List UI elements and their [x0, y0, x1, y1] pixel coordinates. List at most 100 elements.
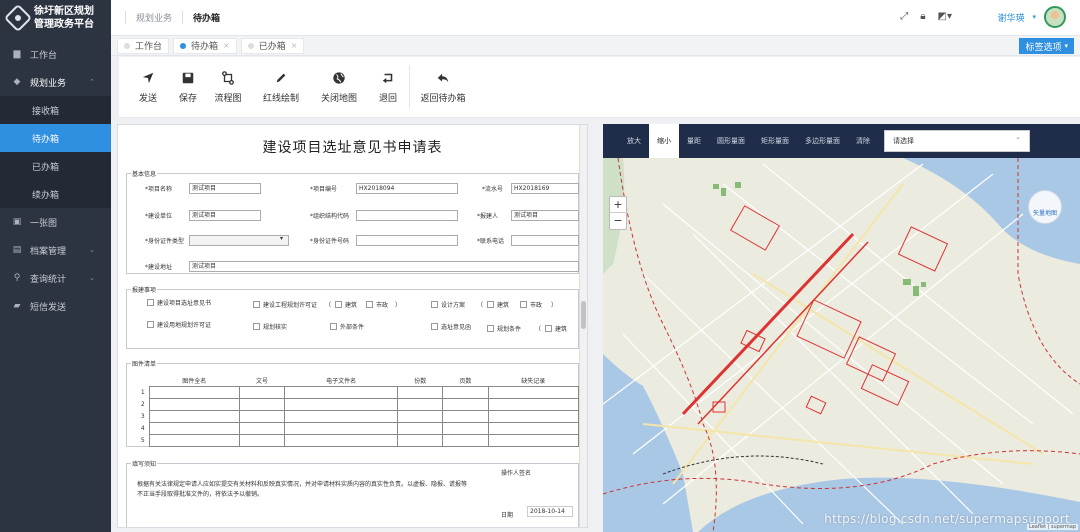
checkbox-box[interactable] — [431, 301, 438, 308]
sidebar-item-sms[interactable]: ▰ 短信发送 — [0, 292, 111, 320]
checkbox-building-2[interactable]: 建筑 — [487, 300, 509, 309]
table-cell[interactable] — [487, 397, 580, 411]
sidebar-item-onemap[interactable]: ▣ 一张图 — [0, 208, 111, 236]
org-code-field[interactable] — [356, 210, 458, 221]
checkbox-box[interactable] — [487, 301, 494, 308]
sidebar-item-workbench[interactable]: ▆ 工作台 — [0, 40, 111, 68]
map-tool-rect-area[interactable]: 矩形量面 — [753, 124, 797, 158]
form-scrollbar[interactable] — [579, 125, 587, 527]
table-cell[interactable] — [238, 385, 286, 399]
table-cell[interactable] — [148, 421, 240, 435]
table-cell[interactable] — [487, 433, 580, 447]
map-tool-zoom-out[interactable]: 缩小 — [649, 124, 679, 158]
save-button[interactable]: 保存 — [175, 57, 201, 118]
table-cell[interactable] — [148, 409, 240, 423]
checkbox-box[interactable] — [487, 325, 494, 332]
table-cell[interactable] — [442, 397, 489, 411]
checkbox-design-plan[interactable]: 设计方案 — [431, 300, 465, 309]
checkbox-box[interactable] — [253, 323, 260, 330]
redline-draw-button[interactable]: 红线绘制 — [261, 57, 301, 118]
user-menu[interactable]: 谢华瑛 ▾ — [997, 6, 1066, 28]
table-cell[interactable] — [397, 421, 444, 435]
scrollbar-thumb[interactable] — [581, 301, 586, 329]
checkbox-municipal-2[interactable]: 市政 — [520, 300, 542, 309]
fullscreen-icon[interactable]: ⤢ — [900, 11, 908, 22]
serial-no-field[interactable]: HX2018169 — [511, 183, 579, 194]
table-cell[interactable] — [284, 421, 399, 435]
table-cell[interactable] — [442, 433, 489, 447]
id-type-select[interactable] — [189, 235, 289, 246]
table-cell[interactable] — [238, 409, 286, 423]
map-panel[interactable]: 放大 缩小 量距 圆形量面 矩形量面 多边形量面 清除 请选择 + − 矢量地图… — [603, 124, 1080, 532]
checkbox-land-permit[interactable]: 建设用地规划许可证 — [147, 320, 211, 329]
zoom-out-button[interactable]: − — [610, 213, 626, 229]
table-cell[interactable] — [442, 421, 489, 435]
checkbox-site-letter[interactable]: 选址意见函 — [431, 322, 471, 331]
tab-options-button[interactable]: 标签选项 ▾ — [1019, 38, 1074, 54]
checkbox-box[interactable] — [520, 301, 527, 308]
map-canvas[interactable] — [603, 124, 1080, 532]
flowchart-button[interactable]: 流程图 — [213, 57, 243, 118]
checkbox-box[interactable] — [366, 301, 373, 308]
close-icon[interactable]: × — [291, 41, 298, 50]
sidebar-item-archive[interactable]: ▤ 档案管理 ⌄ — [0, 236, 111, 264]
table-cell[interactable] — [284, 397, 399, 411]
table-cell[interactable] — [397, 433, 444, 447]
table-cell[interactable] — [148, 433, 240, 447]
map-tool-clear[interactable]: 清除 — [848, 124, 878, 158]
checkbox-planning-conditions[interactable]: 规划条件 — [487, 324, 521, 333]
checkbox-site-opinion[interactable]: 建设项目选址意见书 — [147, 298, 211, 307]
table-cell[interactable] — [284, 433, 399, 447]
checkbox-building-3[interactable]: 建筑 — [545, 324, 567, 333]
zoom-in-button[interactable]: + — [610, 197, 626, 213]
map-tool-circle-area[interactable]: 圆形量面 — [709, 124, 753, 158]
map-tool-measure-distance[interactable]: 量距 — [679, 124, 709, 158]
phone-field[interactable] — [511, 235, 579, 246]
table-cell[interactable] — [397, 397, 444, 411]
checkbox-box[interactable] — [330, 323, 337, 330]
address-field[interactable]: 测试项目 — [189, 261, 579, 272]
checkbox-building-1[interactable]: 建筑 — [335, 300, 357, 309]
close-icon[interactable]: × — [223, 41, 230, 50]
vector-map-button[interactable]: 矢量地图 — [1028, 190, 1062, 224]
applicant-field[interactable]: 测试项目 — [511, 210, 579, 221]
user-name[interactable]: 谢华瑛 — [997, 11, 1024, 24]
table-cell[interactable] — [284, 409, 399, 423]
close-map-button[interactable]: 关闭地图 — [319, 57, 359, 118]
map-attribution[interactable]: Leaflet | supermap — [1027, 524, 1078, 530]
send-button[interactable]: 发送 — [135, 57, 161, 118]
table-cell[interactable] — [284, 385, 399, 399]
checkbox-box[interactable] — [545, 325, 552, 332]
table-cell[interactable] — [148, 397, 240, 411]
checkbox-engineering-permit[interactable]: 建设工程规划许可证 — [253, 300, 317, 309]
checkbox-planning-check[interactable]: 规划核实 — [253, 322, 287, 331]
date-field[interactable]: 2018-10-14 — [527, 506, 573, 517]
table-cell[interactable] — [397, 409, 444, 423]
table-cell[interactable] — [238, 433, 286, 447]
table-cell[interactable] — [148, 385, 240, 399]
sidebar-item-planning[interactable]: ◆ 规划业务 ⌃ — [0, 68, 111, 96]
sidebar-subitem-done[interactable]: 已办箱 — [0, 152, 111, 180]
map-layer-select[interactable]: 请选择 — [884, 130, 1030, 152]
table-cell[interactable] — [442, 409, 489, 423]
build-unit-field[interactable]: 测试项目 — [189, 210, 261, 221]
checkbox-box[interactable] — [431, 323, 438, 330]
sidebar-subitem-todo[interactable]: 待办箱 — [0, 124, 111, 152]
avatar[interactable] — [1044, 6, 1066, 28]
lock-icon[interactable]: 🔒︎ — [920, 11, 925, 22]
table-cell[interactable] — [487, 421, 580, 435]
table-cell[interactable] — [397, 385, 444, 399]
paint-bucket-icon[interactable]: ◩▾ — [938, 11, 952, 22]
tab-workbench[interactable]: 工作台 — [117, 37, 170, 54]
tab-todo[interactable]: 待办箱 × — [173, 37, 237, 54]
sidebar-subitem-inbox[interactable]: 接收箱 — [0, 96, 111, 124]
table-cell[interactable] — [238, 421, 286, 435]
back-to-todo-button[interactable]: 返回待办箱 — [418, 57, 468, 118]
sidebar-subitem-continue[interactable]: 续办箱 — [0, 180, 111, 208]
checkbox-box[interactable] — [335, 301, 342, 308]
table-cell[interactable] — [487, 385, 580, 399]
return-button[interactable]: 退回 — [375, 57, 401, 118]
project-no-field[interactable]: HX2018094 — [356, 183, 458, 194]
checkbox-box[interactable] — [147, 299, 154, 306]
project-name-field[interactable]: 测试项目 — [189, 183, 261, 194]
